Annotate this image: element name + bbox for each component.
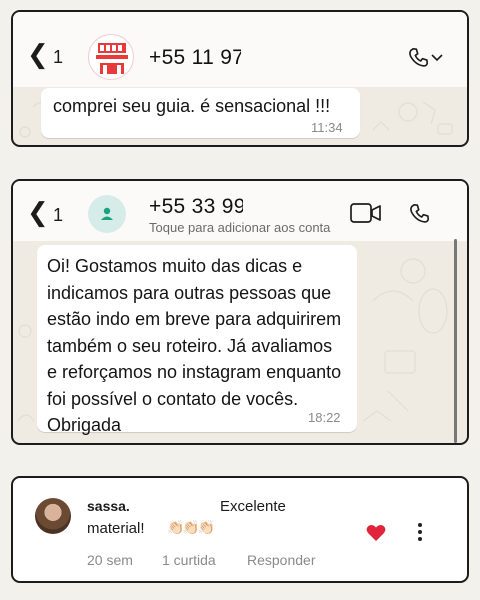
default-person-icon xyxy=(101,207,113,220)
unread-count: 1 xyxy=(53,205,64,225)
clapping-hands-emoji: 👏🏻👏🏻👏🏻 xyxy=(167,519,215,535)
commenter-username[interactable]: sassa. xyxy=(87,498,130,514)
contact-phone-number[interactable]: +55 33 99 xyxy=(149,195,246,219)
reply-button[interactable]: Responder xyxy=(247,552,316,568)
voice-call-icon[interactable] xyxy=(406,45,432,71)
chat-screenshot-1: ❮ 1 +55 11 97 comprei seu guia. é sensac… xyxy=(11,10,469,147)
chat-screenshot-2: ❮ 1 +55 33 99 Toque para adicionar aos c… xyxy=(11,179,469,445)
redacted-area xyxy=(241,43,336,73)
redacted-area xyxy=(243,191,333,217)
message-text: Oi! Gostamos muito das dicas e indicamos… xyxy=(47,256,342,435)
message-bubble-incoming[interactable]: comprei seu guia. é sensacional !!! 11:3… xyxy=(41,88,360,138)
brand-logo-icon xyxy=(96,43,128,74)
unread-count: 1 xyxy=(53,47,64,67)
commenter-avatar[interactable] xyxy=(35,498,71,534)
contact-avatar[interactable] xyxy=(88,34,134,80)
more-options-icon[interactable] xyxy=(416,522,424,542)
chevron-down-icon[interactable] xyxy=(431,53,443,63)
redacted-area xyxy=(131,495,221,517)
chat-header: ❮ 1 +55 11 97 xyxy=(13,12,467,87)
comment-age: 20 sem xyxy=(87,552,133,568)
comment-text-continued: material! xyxy=(87,520,145,537)
message-text: comprei seu guia. é sensacional !!! xyxy=(53,96,331,116)
instagram-comment: sassa. Excelente material! 👏🏻👏🏻👏🏻 20 sem… xyxy=(11,476,469,583)
back-arrow-icon[interactable]: ❮ xyxy=(27,42,49,68)
contact-avatar[interactable] xyxy=(88,195,126,233)
back-arrow-icon[interactable]: ❮ xyxy=(27,200,49,226)
chat-header: ❮ 1 +55 33 99 Toque para adicionar aos c… xyxy=(13,181,467,241)
contact-phone-number[interactable]: +55 11 97 xyxy=(149,46,244,70)
comment-likes[interactable]: 1 curtida xyxy=(162,552,216,568)
comment-text: Excelente xyxy=(220,498,286,515)
message-time: 11:34 xyxy=(311,120,343,135)
heart-icon[interactable] xyxy=(366,524,386,542)
message-time: 18:22 xyxy=(308,410,341,425)
message-bubble-incoming[interactable]: Oi! Gostamos muito das dicas e indicamos… xyxy=(37,245,357,435)
scrollbar[interactable] xyxy=(454,239,457,443)
voice-call-icon[interactable] xyxy=(407,201,433,227)
video-call-icon[interactable] xyxy=(350,202,382,224)
add-to-contacts-hint[interactable]: Toque para adicionar aos conta xyxy=(149,220,330,235)
